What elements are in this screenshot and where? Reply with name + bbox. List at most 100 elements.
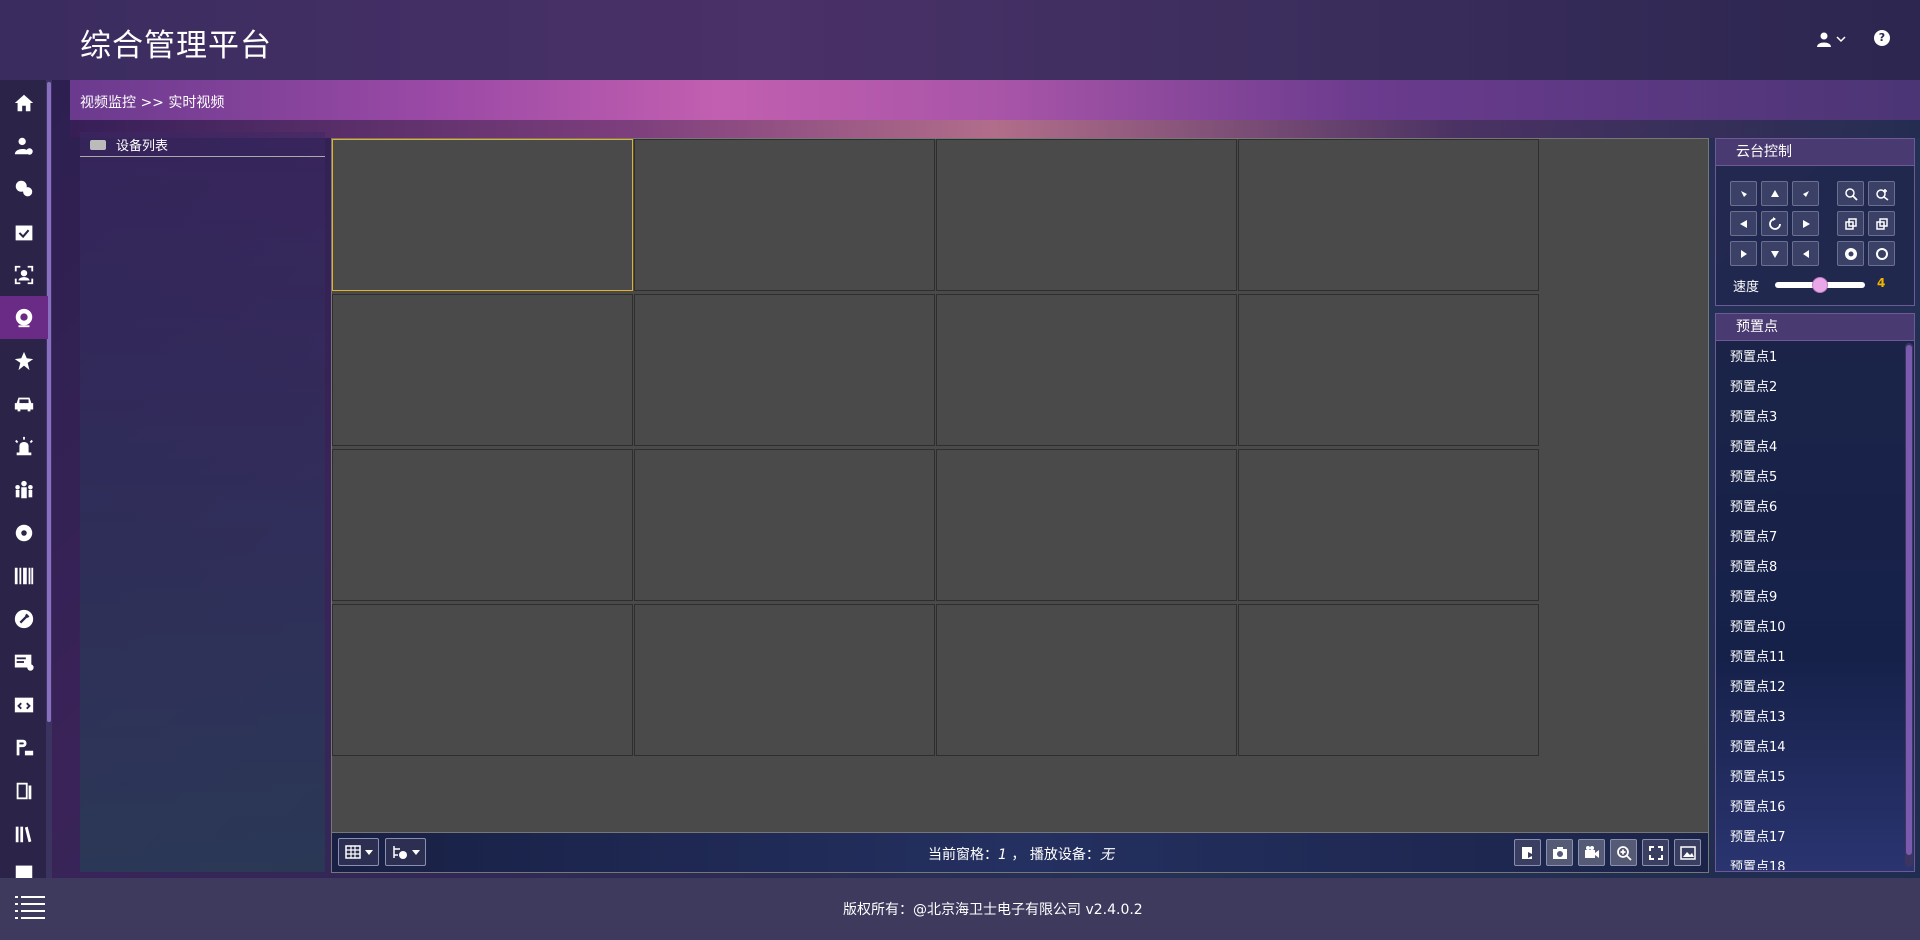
device-list-header[interactable]: 设备列表: [80, 133, 325, 157]
focus-near-button[interactable]: [1837, 211, 1864, 236]
preset-item-17[interactable]: 预置点17: [1730, 828, 1786, 848]
speed-slider[interactable]: [1775, 277, 1865, 293]
snapshot-button[interactable]: [1546, 839, 1573, 866]
menu-list-icon[interactable]: [15, 895, 45, 921]
preset-item-4[interactable]: 预置点4: [1730, 438, 1777, 458]
preset-item-15[interactable]: 预置点15: [1730, 768, 1786, 788]
sidebar-item-calendar[interactable]: [0, 210, 48, 253]
preset-item-13[interactable]: 预置点13: [1730, 708, 1786, 728]
user-menu[interactable]: [1816, 28, 1852, 50]
sidebar-item-car[interactable]: [0, 382, 48, 425]
arrow-up-left-icon: [1740, 190, 1747, 197]
preset-item-16[interactable]: 预置点16: [1730, 798, 1786, 818]
sidebar-item-settings[interactable]: [0, 511, 48, 554]
video-cell-6[interactable]: [634, 294, 935, 446]
video-cell-8[interactable]: [1238, 294, 1539, 446]
preset-item-18[interactable]: 预置点18: [1730, 858, 1786, 870]
chevron-down-icon: [1836, 36, 1846, 43]
ptz-auto-button[interactable]: [1761, 211, 1788, 236]
zoom-button[interactable]: [1610, 839, 1637, 866]
sidebar-item-books[interactable]: [0, 812, 48, 855]
ptz-right-button[interactable]: [1792, 211, 1819, 236]
iris-close-icon: [1875, 247, 1888, 260]
image-icon: [1679, 845, 1696, 860]
video-cell-5[interactable]: [332, 294, 633, 446]
fullscreen-button[interactable]: [1642, 839, 1669, 866]
video-cell-16[interactable]: [1238, 604, 1539, 756]
preset-item-11[interactable]: 预置点11: [1730, 648, 1786, 668]
ptz-up-button[interactable]: [1761, 181, 1788, 206]
preset-item-6[interactable]: 预置点6: [1730, 498, 1777, 518]
preset-item-10[interactable]: 预置点10: [1730, 618, 1786, 638]
sidebar-item-group[interactable]: [0, 468, 48, 511]
ptz-down-right-button[interactable]: [1792, 241, 1819, 266]
barcode-icon: [14, 567, 34, 584]
video-cell-10[interactable]: [634, 449, 935, 601]
video-cell-9[interactable]: [332, 449, 633, 601]
video-cell-2[interactable]: [634, 139, 935, 291]
speed-label: 速度: [1733, 280, 1760, 295]
sidebar-item-video[interactable]: [0, 296, 48, 339]
alarm-light-icon: [15, 436, 33, 455]
layout-dropdown-button[interactable]: [338, 838, 379, 866]
sidebar-item-id-card[interactable]: [0, 640, 48, 683]
playback-icon: [1521, 846, 1534, 859]
ptz-left-button[interactable]: [1730, 211, 1757, 236]
ptz-up-left-button[interactable]: [1730, 181, 1757, 206]
preset-item-12[interactable]: 预置点12: [1730, 678, 1786, 698]
sidebar-item-parking[interactable]: [0, 726, 48, 769]
preset-item-3[interactable]: 预置点3: [1730, 408, 1777, 428]
sidebar-item-user-settings[interactable]: [0, 124, 48, 167]
users-chat-icon: [15, 180, 33, 196]
preset-item-5[interactable]: 预置点5: [1730, 468, 1777, 488]
sidebar-item-hazard[interactable]: [0, 339, 48, 382]
sidebar-item-code[interactable]: [0, 683, 48, 726]
top-header: [0, 0, 1920, 80]
record-button[interactable]: [1578, 839, 1605, 866]
video-cell-14[interactable]: [634, 604, 935, 756]
focus-far-button[interactable]: [1868, 211, 1895, 236]
sidebar-item-users-chat[interactable]: [0, 167, 48, 210]
preset-item-8[interactable]: 预置点8: [1730, 558, 1777, 578]
stream-dropdown-button[interactable]: [385, 838, 426, 866]
iris-close-button[interactable]: [1868, 241, 1895, 266]
playback-button[interactable]: [1514, 839, 1541, 866]
sidebar-item-home[interactable]: [0, 81, 48, 124]
breadcrumb-glow: [70, 120, 1920, 138]
preset-item-14[interactable]: 预置点14: [1730, 738, 1786, 758]
video-cell-7[interactable]: [936, 294, 1237, 446]
fullscreen-icon: [1648, 845, 1663, 860]
image-button[interactable]: [1674, 839, 1701, 866]
ptz-up-right-button[interactable]: [1792, 181, 1819, 206]
zoom-plus-icon: [1875, 188, 1888, 201]
video-cell-1[interactable]: [332, 139, 633, 291]
ptz-down-left-button[interactable]: [1730, 241, 1757, 266]
video-cell-13[interactable]: [332, 604, 633, 756]
zoom-in-button[interactable]: [1868, 181, 1895, 206]
preset-item-1[interactable]: 预置点1: [1730, 348, 1777, 368]
video-cell-4[interactable]: [1238, 139, 1539, 291]
zoom-out-button[interactable]: [1837, 181, 1864, 206]
sidebar-item-barcode[interactable]: [0, 554, 48, 597]
sidebar-item-tools[interactable]: [0, 597, 48, 640]
sidebar-item-face[interactable]: [0, 253, 48, 296]
preset-scrollbar-thumb[interactable]: [1906, 345, 1912, 855]
help-icon[interactable]: ?: [1874, 30, 1890, 46]
speed-slider-thumb[interactable]: [1812, 277, 1828, 293]
arrow-down-left-icon: [1740, 249, 1747, 258]
preset-item-9[interactable]: 预置点9: [1730, 588, 1777, 608]
sidebar-item-door[interactable]: [0, 769, 48, 812]
books-icon: [15, 826, 32, 842]
preset-item-2[interactable]: 预置点2: [1730, 378, 1777, 398]
door-icon: [16, 782, 32, 799]
arrow-down-icon: [1770, 250, 1779, 258]
video-cell-12[interactable]: [1238, 449, 1539, 601]
iris-open-button[interactable]: [1837, 241, 1864, 266]
preset-item-7[interactable]: 预置点7: [1730, 528, 1777, 548]
video-cell-11[interactable]: [936, 449, 1237, 601]
sidebar-item-alarm[interactable]: [0, 425, 48, 468]
video-cell-3[interactable]: [936, 139, 1237, 291]
video-cell-15[interactable]: [936, 604, 1237, 756]
ptz-down-button[interactable]: [1761, 241, 1788, 266]
sidebar-item-mail[interactable]: [0, 855, 48, 878]
